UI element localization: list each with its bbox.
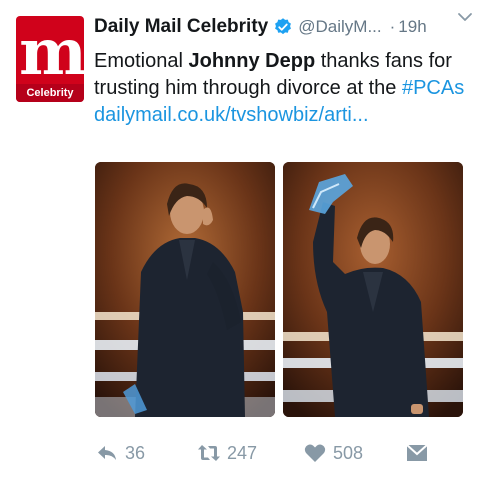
like-button[interactable]: 508 (303, 438, 363, 468)
chevron-down-icon[interactable] (456, 8, 474, 26)
retweet-icon (198, 445, 220, 461)
reply-icon (98, 446, 116, 460)
article-link[interactable]: dailymail.co.uk/tvshowbiz/arti... (94, 104, 369, 126)
timestamp-separator: · (389, 17, 396, 36)
envelope-icon (406, 444, 428, 461)
like-count: 508 (333, 442, 364, 463)
retweet-button[interactable]: 247 (197, 438, 257, 468)
hashtag-link[interactable]: #PCAs (402, 77, 464, 99)
tweet-text: Emotional Johnny Depp thanks fans for tr… (94, 48, 470, 129)
photo-left[interactable] (95, 162, 275, 417)
daily-mail-logo: m (19, 16, 84, 90)
tweet-text-highlight: Johnny Depp (188, 50, 316, 72)
media-grid (95, 162, 463, 417)
timestamp[interactable]: 19h (398, 17, 426, 37)
avatar-subtitle: Celebrity (16, 84, 84, 102)
reply-count: 36 (125, 442, 146, 463)
avatar[interactable]: m Celebrity (16, 16, 84, 102)
reply-button[interactable]: 36 (95, 438, 145, 468)
photo-right[interactable] (283, 162, 463, 417)
tweet-header: Daily Mail Celebrity @DailyM... · 19h (94, 10, 470, 44)
verified-badge-icon (273, 17, 293, 37)
display-name[interactable]: Daily Mail Celebrity (94, 16, 268, 38)
tweet-card[interactable]: m Celebrity Daily Mail Celebrity @DailyM… (0, 0, 480, 480)
tweet-text-part: Emotional (94, 50, 189, 72)
direct-message-button[interactable] (405, 438, 429, 468)
heart-icon (304, 444, 326, 462)
retweet-count: 247 (227, 442, 258, 463)
tweet-actions: 36 247 508 (95, 438, 455, 468)
author-handle[interactable]: @DailyM... (298, 17, 381, 37)
